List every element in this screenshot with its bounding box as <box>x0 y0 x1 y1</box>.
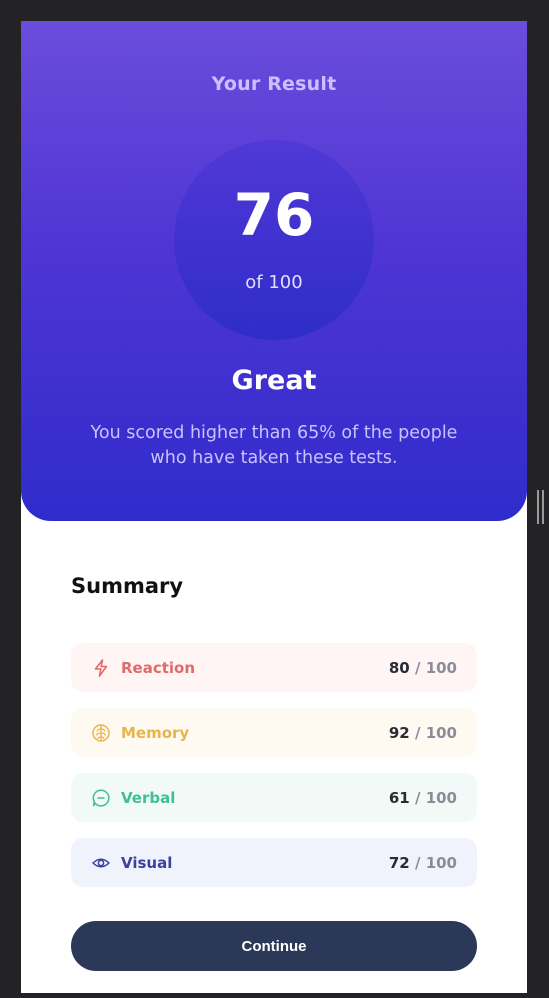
eye-icon <box>91 853 111 873</box>
score-value: 61 <box>388 789 410 807</box>
score-circle: 76 of 100 <box>174 140 374 340</box>
summary-label-memory: Memory <box>121 724 190 742</box>
grade-label: Great <box>231 365 317 396</box>
summary-title: Summary <box>71 574 184 598</box>
summary-label-verbal: Verbal <box>121 789 176 807</box>
score-max-label: of 100 <box>245 272 303 293</box>
continue-button[interactable]: Continue <box>71 921 477 971</box>
score-value: 76 <box>233 181 315 249</box>
lightning-icon <box>91 658 111 678</box>
score-separator: / <box>414 789 421 807</box>
score-max: 100 <box>425 789 457 807</box>
summary-label-reaction: Reaction <box>121 659 196 677</box>
summary-score-visual: 72 / 100 <box>389 853 457 873</box>
summary-label-visual: Visual <box>121 854 173 872</box>
score-separator: / <box>414 854 421 872</box>
summary-row-reaction: Reaction 80 / 100 <box>71 643 477 692</box>
resize-handle[interactable] <box>537 490 545 524</box>
result-panel: Your Result 76 of 100 Great You scored h… <box>21 21 527 521</box>
brain-icon <box>91 723 111 743</box>
score-max: 100 <box>425 659 457 677</box>
score-separator: / <box>414 659 421 677</box>
result-title: Your Result <box>211 73 337 95</box>
window-frame <box>0 0 549 21</box>
summary-score-reaction: 80 / 100 <box>389 658 457 678</box>
summary-score-verbal: 61 / 100 <box>389 788 457 808</box>
score-value: 80 <box>388 659 410 677</box>
score-value: 92 <box>388 724 410 742</box>
chat-bubble-icon <box>91 788 111 808</box>
summary-row-memory: Memory 92 / 100 <box>71 708 477 757</box>
summary-row-visual: Visual 72 / 100 <box>71 838 477 887</box>
score-max: 100 <box>425 724 457 742</box>
summary-score-memory: 92 / 100 <box>389 723 457 743</box>
score-separator: / <box>414 724 421 742</box>
results-card: Your Result 76 of 100 Great You scored h… <box>21 21 527 993</box>
score-value: 72 <box>388 854 410 872</box>
score-max: 100 <box>425 854 457 872</box>
summary-row-verbal: Verbal 61 / 100 <box>71 773 477 822</box>
result-description: You scored higher than 65% of the people… <box>90 423 458 468</box>
